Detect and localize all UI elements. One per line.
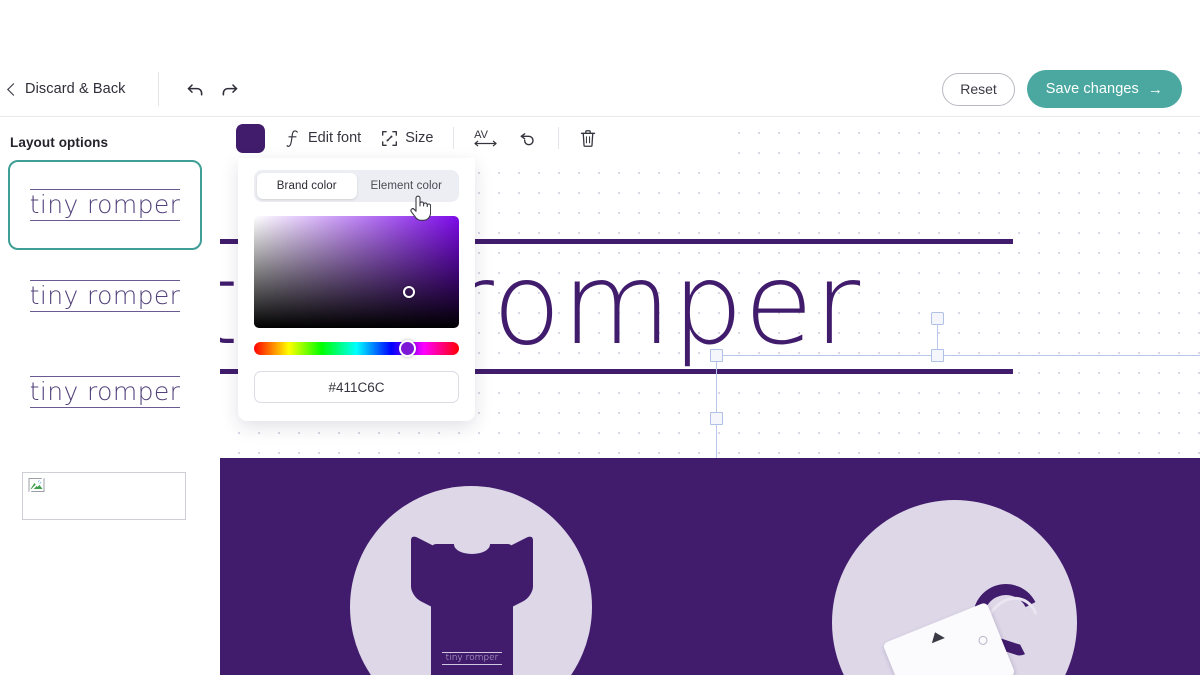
tshirt-logo-text: tiny romper <box>445 653 499 663</box>
letter-spacing-av-icon: AV <box>475 129 498 147</box>
logo-rule-bottom <box>29 220 181 222</box>
delete-element-button[interactable] <box>571 124 605 153</box>
hue-slider[interactable] <box>254 340 459 357</box>
edit-font-button[interactable]: Edit font <box>278 124 369 153</box>
logo-rule-bottom <box>29 407 181 409</box>
sidebar-item-layout-option-3[interactable]: tiny romper <box>8 361 202 423</box>
resize-handle-middle-left[interactable] <box>710 412 723 425</box>
logo-preview-text: tiny romper <box>29 377 181 406</box>
tab-element-color[interactable]: Element color <box>357 173 457 199</box>
tshirt-collar <box>454 535 490 554</box>
hue-slider-knob[interactable] <box>399 340 416 357</box>
layout-options-sidebar: Layout options tiny romper tiny romper t… <box>0 117 220 675</box>
element-toolbar: Edit font Size AV <box>228 117 738 159</box>
hex-color-input[interactable] <box>254 371 459 403</box>
saturation-value-knob[interactable] <box>403 286 415 298</box>
size-button[interactable]: Size <box>373 125 441 152</box>
sidebar-item-layout-option-1[interactable]: tiny romper <box>8 160 202 250</box>
logo-preview-text: tiny romper <box>29 190 181 219</box>
chevron-left-icon <box>7 82 20 96</box>
discard-and-back-button[interactable]: Discard & Back <box>0 77 136 101</box>
save-changes-label: Save changes <box>1045 81 1139 97</box>
hang-tag-mockup: tiny <box>882 575 1065 675</box>
top-bar-right-group: Reset Save changes → <box>942 62 1182 116</box>
trash-icon <box>581 129 596 147</box>
tshirt-mockup: tiny romper <box>411 530 533 675</box>
reset-element-button[interactable] <box>510 123 546 153</box>
undo-button[interactable] <box>179 72 213 106</box>
color-swatch-button[interactable] <box>236 123 265 153</box>
save-changes-button[interactable]: Save changes → <box>1026 70 1182 108</box>
top-bar: Discard & Back Reset Save changes → <box>0 0 1200 117</box>
tab-brand-color[interactable]: Brand color <box>257 173 357 199</box>
toolbar-separator-1 <box>453 127 455 149</box>
letter-spacing-button[interactable]: AV <box>466 122 506 154</box>
sidebar-item-layout-option-4[interactable] <box>22 472 186 520</box>
logo-preview-1: tiny romper <box>29 188 181 223</box>
reset-button[interactable]: Reset <box>942 72 1015 106</box>
logo-rule-bottom <box>29 311 181 313</box>
sidebar-title: Layout options <box>10 135 109 150</box>
hang-tag-triangle-mark <box>928 629 945 644</box>
broken-image-icon <box>28 477 45 493</box>
tshirt-logo-rule-bottom <box>442 664 502 666</box>
svg-text:AV: AV <box>475 129 490 141</box>
hang-tag-hole <box>977 634 989 647</box>
logo-preview-3: tiny romper <box>29 375 181 410</box>
undo-icon <box>187 83 203 96</box>
tshirt-printed-logo: tiny romper <box>442 652 502 666</box>
resize-icon <box>382 130 398 146</box>
arrow-right-icon: → <box>1147 80 1163 98</box>
size-label: Size <box>405 130 434 146</box>
discard-and-back-label: Discard & Back <box>25 81 126 97</box>
toolbar-divider <box>157 72 159 106</box>
logo-preview-text: tiny romper <box>29 281 181 310</box>
mockup-preview-band: tiny romper tiny <box>220 458 1200 675</box>
toolbar-separator-2 <box>558 127 560 149</box>
reset-rotate-icon <box>521 133 535 146</box>
saturation-value-area[interactable] <box>254 216 459 328</box>
sidebar-item-layout-option-2[interactable]: tiny romper <box>8 265 202 327</box>
top-bar-left-group: Discard & Back <box>0 62 247 116</box>
function-f-icon <box>286 129 298 147</box>
color-picker-popover: Brand color Element color <box>238 158 475 421</box>
redo-icon <box>222 83 238 96</box>
redo-button[interactable] <box>213 72 247 106</box>
edit-font-label: Edit font <box>308 130 362 146</box>
logo-preview-2: tiny romper <box>29 279 181 314</box>
color-source-tabs: Brand color Element color <box>254 170 459 202</box>
logo-editor-app: Discard & Back Reset Save changes → Layo… <box>0 0 1200 675</box>
